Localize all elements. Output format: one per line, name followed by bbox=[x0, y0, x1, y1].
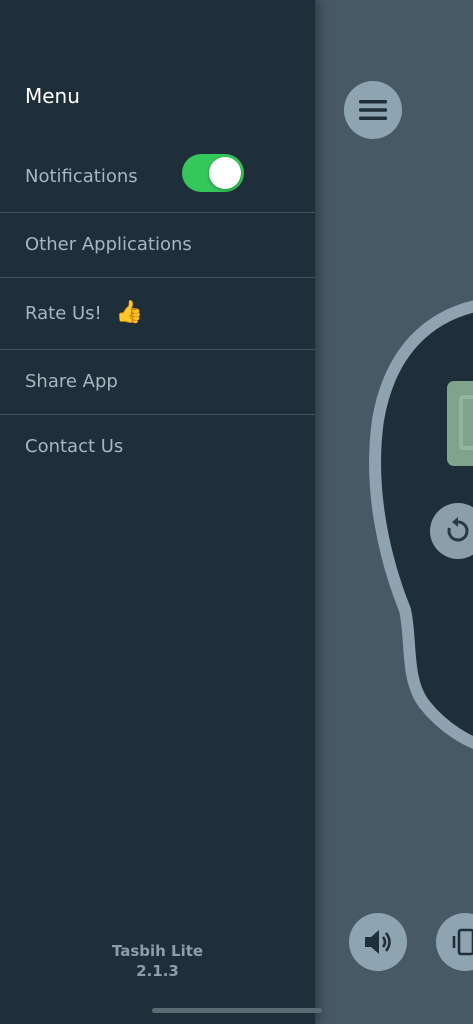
menu-button[interactable] bbox=[344, 81, 402, 139]
app-name: Tasbih Lite bbox=[111, 942, 204, 960]
navigation-drawer: Menu Notifications Other Applications Ra… bbox=[0, 0, 315, 1024]
sound-button[interactable] bbox=[349, 913, 407, 971]
menu-item-rate-us[interactable]: Rate Us! 👍 bbox=[0, 277, 315, 349]
menu-item-label: Rate Us! bbox=[25, 302, 102, 324]
menu-item-label: Other Applications bbox=[25, 234, 192, 255]
home-indicator[interactable] bbox=[152, 1008, 322, 1013]
menu-item-label: Contact Us bbox=[25, 436, 124, 457]
menu-item-notifications[interactable]: Notifications bbox=[0, 140, 315, 212]
menu-item-other-applications[interactable]: Other Applications bbox=[0, 212, 315, 277]
drawer-title: Menu bbox=[25, 84, 80, 108]
speaker-icon bbox=[365, 930, 391, 954]
counter-digit bbox=[459, 395, 473, 450]
toggle-knob bbox=[209, 157, 241, 189]
menu-item-contact-us[interactable]: Contact Us bbox=[0, 414, 315, 479]
thumbs-up-icon: 👍 bbox=[115, 300, 144, 325]
menu-item-label: Notifications bbox=[25, 165, 138, 187]
menu-item-share-app[interactable]: Share App bbox=[0, 349, 315, 414]
app-version: 2.1.3 bbox=[136, 962, 179, 980]
vibrate-icon bbox=[452, 928, 473, 956]
app-root: Menu Notifications Other Applications Ra… bbox=[0, 0, 473, 1024]
reset-icon bbox=[447, 517, 469, 542]
hamburger-icon bbox=[359, 100, 387, 120]
notifications-toggle[interactable] bbox=[182, 154, 244, 192]
menu-item-label: Share App bbox=[25, 371, 118, 392]
